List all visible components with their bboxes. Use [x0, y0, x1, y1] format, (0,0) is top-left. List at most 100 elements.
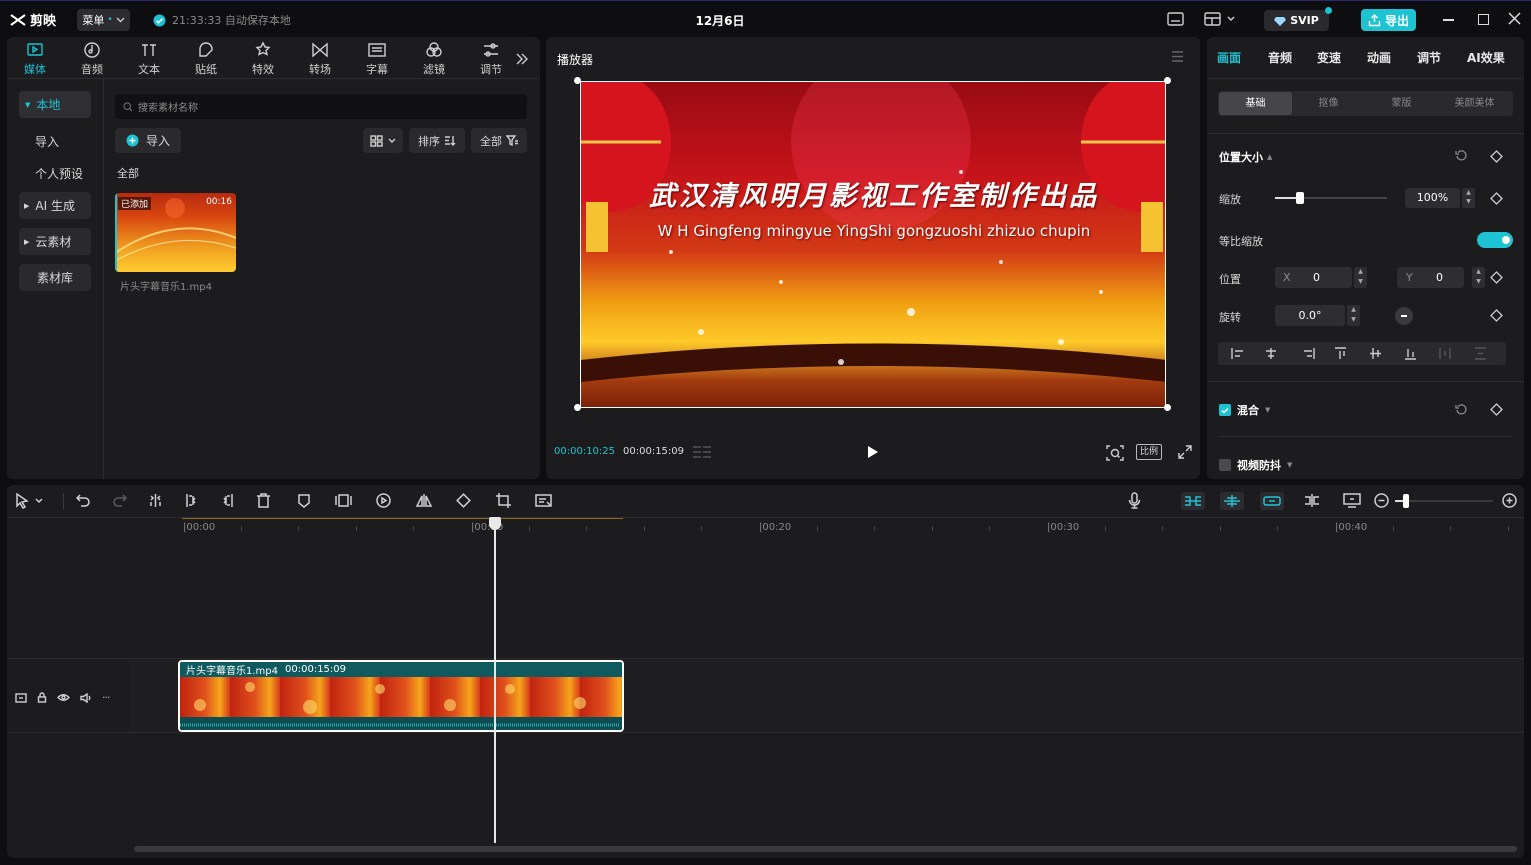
- delete-icon[interactable]: [256, 493, 271, 508]
- select-tool-button[interactable]: [15, 493, 43, 509]
- zoom-fit-icon[interactable]: [1106, 445, 1124, 461]
- export-button[interactable]: 导出: [1361, 9, 1416, 31]
- search-input[interactable]: 搜索素材名称: [115, 94, 527, 119]
- timeline-scrollbar[interactable]: [134, 846, 1517, 852]
- section-position-size[interactable]: 位置大小 ▲: [1219, 149, 1272, 165]
- inspector-tab-2[interactable]: 变速: [1317, 49, 1341, 66]
- y-stepper[interactable]: ▲ ▼: [1472, 267, 1485, 288]
- inspector-tab-5[interactable]: AI效果: [1467, 49, 1505, 66]
- ratio-button[interactable]: 比例: [1136, 444, 1162, 460]
- tab-subtitle[interactable]: 字幕: [357, 41, 397, 77]
- inspector-subtab-3[interactable]: 美颜美体: [1438, 92, 1511, 115]
- tab-media[interactable]: 媒体: [15, 41, 55, 77]
- playhead-handle[interactable]: [489, 517, 502, 530]
- play-icon[interactable]: [867, 445, 879, 459]
- split-icon[interactable]: [148, 493, 163, 508]
- time-ruler[interactable]: |00:00 |00:10 |00:20 |00:30 |00:40: [7, 517, 1524, 539]
- sidebar-item-cloud[interactable]: ▶ 云素材: [19, 228, 91, 255]
- fullscreen-icon[interactable]: [1178, 445, 1192, 459]
- volume-icon[interactable]: [80, 692, 92, 703]
- rotate-dial[interactable]: [1395, 307, 1413, 325]
- keyframe-icon[interactable]: [1490, 271, 1503, 284]
- import-button[interactable]: 导入: [115, 128, 181, 153]
- svip-button[interactable]: SVIP: [1264, 7, 1332, 31]
- more-tabs-icon[interactable]: [515, 53, 529, 65]
- sidebar-item-ai[interactable]: ▶ AI 生成: [19, 192, 91, 219]
- stabilize-section[interactable]: 视频防抖 ▼: [1219, 457, 1292, 473]
- tab-effects[interactable]: 特效: [243, 41, 283, 77]
- keyframe-icon[interactable]: [1490, 192, 1503, 205]
- frame-grid-icon[interactable]: [692, 445, 712, 459]
- reset-icon[interactable]: [1455, 149, 1468, 162]
- inspector-subtab-2[interactable]: 蒙版: [1365, 92, 1438, 115]
- eye-icon[interactable]: [57, 693, 70, 702]
- reset-icon[interactable]: [1455, 403, 1468, 416]
- resize-handle-br[interactable]: [1164, 404, 1171, 411]
- tab-filter[interactable]: 滤镜: [414, 41, 454, 77]
- rotate-icon[interactable]: [455, 492, 472, 509]
- minimize-icon[interactable]: [1443, 19, 1454, 21]
- inspector-tab-0[interactable]: 画面: [1217, 49, 1241, 66]
- freeze-icon[interactable]: [335, 493, 352, 508]
- stabilize-checkbox[interactable]: [1219, 459, 1231, 471]
- maximize-icon[interactable]: [1478, 14, 1489, 25]
- inspector-subtab-0[interactable]: 基础: [1219, 92, 1292, 115]
- blend-checkbox[interactable]: [1219, 404, 1231, 416]
- position-x-input[interactable]: X0: [1275, 267, 1352, 288]
- trim-right-icon[interactable]: [220, 493, 235, 508]
- keyframe-icon[interactable]: [1490, 309, 1503, 322]
- player-menu-icon[interactable]: [1171, 51, 1184, 62]
- timeline-clip[interactable]: 片头字幕音乐1.mp4 00:00:15:09: [178, 660, 624, 732]
- link-button[interactable]: [1260, 492, 1284, 510]
- tab-sticker[interactable]: 贴纸: [186, 41, 226, 77]
- resize-handle-bl[interactable]: [574, 404, 581, 411]
- menu-button[interactable]: 菜单 •: [77, 9, 130, 31]
- sidebar-item-import[interactable]: 导入: [35, 133, 59, 150]
- tab-adjust[interactable]: 调节: [471, 41, 511, 77]
- playhead[interactable]: [489, 517, 502, 843]
- zoom-in-icon[interactable]: [1502, 493, 1517, 508]
- keyframe-icon[interactable]: [1490, 403, 1503, 416]
- x-stepper[interactable]: ▲ ▼: [1354, 267, 1367, 288]
- align-icons[interactable]: [1218, 342, 1506, 365]
- track-preview-icon[interactable]: [15, 692, 27, 703]
- zoom-out-icon[interactable]: [1374, 493, 1389, 508]
- timeline-zoom-slider[interactable]: [1395, 494, 1493, 508]
- resize-handle-tr[interactable]: [1164, 77, 1171, 84]
- position-y-input[interactable]: Y0: [1397, 267, 1464, 288]
- inspector-tab-1[interactable]: 音频: [1268, 49, 1292, 66]
- tab-transition[interactable]: 转场: [300, 41, 340, 77]
- zoom-slider-knob[interactable]: [1403, 494, 1409, 508]
- inspector-subtab-1[interactable]: 抠像: [1292, 92, 1365, 115]
- main-track-magnet-button[interactable]: [1181, 492, 1205, 510]
- trim-left-icon[interactable]: [184, 493, 199, 508]
- sidebar-item-preset[interactable]: 个人预设: [35, 165, 83, 182]
- preview-axis-icon[interactable]: [1303, 493, 1321, 508]
- rotate-stepper[interactable]: ▲ ▼: [1347, 305, 1360, 326]
- lock-icon[interactable]: [37, 692, 47, 703]
- scale-input[interactable]: 100%: [1405, 188, 1460, 208]
- undo-icon[interactable]: [76, 493, 91, 508]
- scale-slider[interactable]: [1275, 192, 1387, 204]
- tab-text[interactable]: 文本: [129, 41, 169, 77]
- filter-button[interactable]: 全部: [471, 128, 527, 153]
- microphone-icon[interactable]: [1128, 492, 1141, 509]
- scale-stepper[interactable]: ▲ ▼: [1462, 188, 1475, 208]
- scale-slider-knob[interactable]: [1295, 192, 1304, 204]
- shortcut-icon[interactable]: [1167, 12, 1184, 26]
- tab-audio[interactable]: 音频: [72, 41, 112, 77]
- more-icon[interactable]: ···: [102, 691, 110, 704]
- video-preview[interactable]: 武汉清风明月影视工作室制作出品 W H Gingfeng mingyue Yin…: [580, 81, 1166, 408]
- layout-icon[interactable]: [1204, 12, 1235, 26]
- media-clip-thumbnail[interactable]: 已添加 00:16: [115, 193, 236, 272]
- proportional-toggle[interactable]: [1477, 232, 1513, 248]
- redo-icon[interactable]: [112, 493, 127, 508]
- blend-section[interactable]: 混合 ▼: [1219, 402, 1270, 418]
- auto-snap-button[interactable]: [1220, 492, 1244, 510]
- inspector-tab-3[interactable]: 动画: [1367, 49, 1391, 66]
- sidebar-item-local[interactable]: ▼ 本地: [19, 91, 91, 118]
- resize-handle-tl[interactable]: [574, 77, 581, 84]
- keyframe-icon[interactable]: [1490, 150, 1503, 163]
- auto-reframe-icon[interactable]: [535, 493, 552, 508]
- sidebar-item-library[interactable]: 素材库: [19, 264, 91, 291]
